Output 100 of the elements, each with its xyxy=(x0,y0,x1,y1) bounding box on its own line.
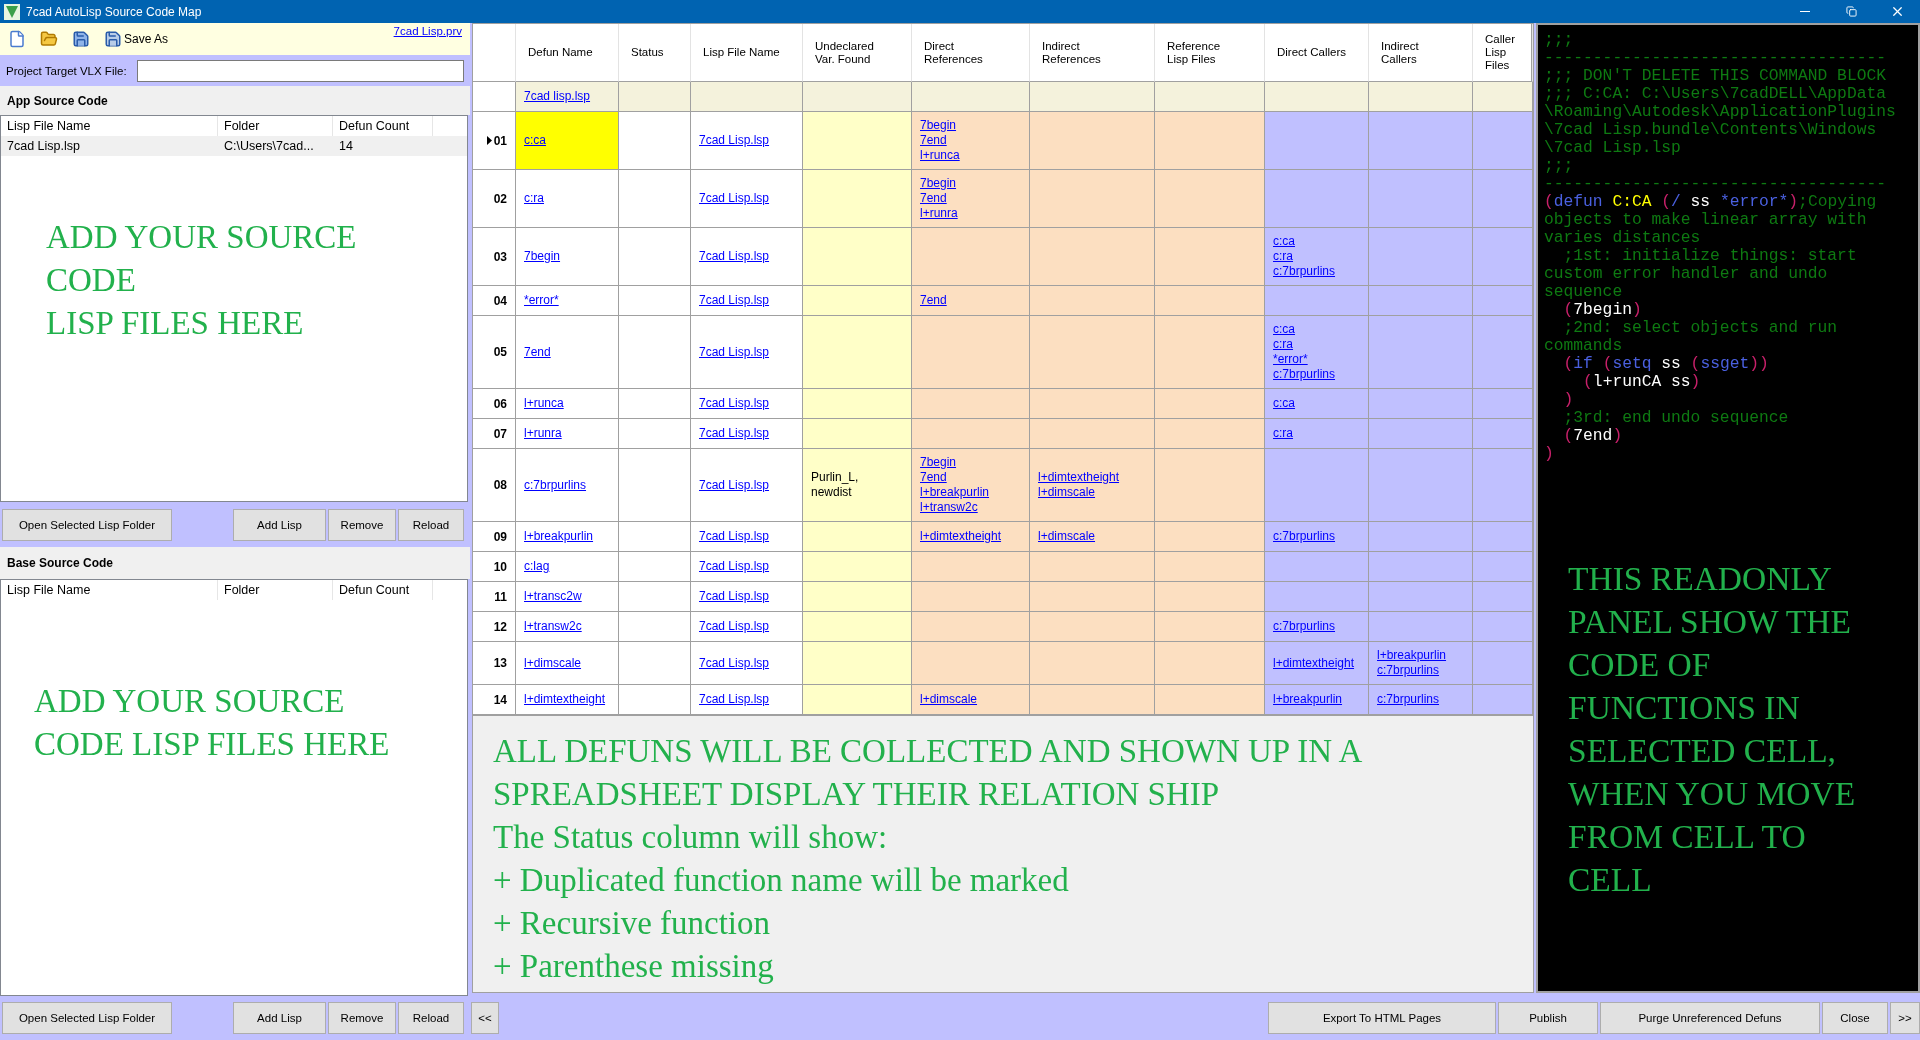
new-file-button[interactable] xyxy=(8,30,26,48)
function-link[interactable]: c:ra xyxy=(524,191,610,206)
function-link[interactable]: 7cad Lisp.lsp xyxy=(699,655,794,671)
row-number: 09 xyxy=(493,529,507,544)
action-button[interactable]: Purge Unreferenced Defuns xyxy=(1600,1002,1820,1034)
save-as-button[interactable]: Save As xyxy=(104,30,169,48)
function-link[interactable]: l+breakpurlin xyxy=(1377,648,1464,663)
action-button[interactable]: Export To HTML Pages xyxy=(1268,1002,1496,1034)
function-link[interactable]: 7end xyxy=(920,293,1021,308)
function-link[interactable]: l+dimtextheight xyxy=(524,692,610,707)
function-link[interactable]: 7cad Lisp.lsp xyxy=(699,133,794,148)
function-link[interactable]: l+breakpurlin xyxy=(920,485,1021,500)
open-folder-button[interactable] xyxy=(40,30,58,48)
function-link[interactable]: l+runca xyxy=(920,148,1021,163)
function-link[interactable]: c:7brpurlins xyxy=(1377,663,1464,678)
action-button[interactable]: Add Lisp xyxy=(233,508,326,541)
function-link[interactable]: 7cad Lisp.lsp xyxy=(699,619,794,634)
function-link[interactable]: 7cad Lisp.lsp xyxy=(699,477,794,493)
function-link[interactable]: 7cad Lisp.lsp xyxy=(699,426,794,441)
function-link[interactable]: c:ca xyxy=(1273,396,1360,411)
column-header: Lisp File Name xyxy=(1,580,218,600)
table-cell xyxy=(1473,612,1533,642)
function-link[interactable]: 7end xyxy=(920,470,1021,485)
action-button[interactable]: Open Selected Lisp Folder xyxy=(2,1002,172,1034)
function-link[interactable]: l+breakpurlin xyxy=(524,529,610,544)
function-link[interactable]: c:ra xyxy=(1273,337,1360,352)
function-link[interactable]: c:7brpurlins xyxy=(524,477,610,493)
function-link[interactable]: c:ca xyxy=(1273,234,1360,249)
function-link[interactable]: l+transw2c xyxy=(920,500,1021,515)
function-link[interactable]: *error* xyxy=(524,293,610,308)
function-link[interactable]: c:7brpurlins xyxy=(1273,367,1360,382)
save-button[interactable] xyxy=(72,30,90,48)
defun-grid[interactable] xyxy=(472,23,1534,716)
function-link[interactable]: *error* xyxy=(1273,352,1360,367)
function-link[interactable]: 7cad Lisp.lsp xyxy=(699,692,794,707)
code-line: ) xyxy=(1562,391,1575,409)
corner-cell[interactable] xyxy=(473,24,516,82)
function-link[interactable]: 7cad Lisp.lsp xyxy=(699,191,794,206)
table-cell xyxy=(619,642,691,685)
function-link[interactable]: c:ra xyxy=(1273,426,1360,441)
function-link[interactable]: c:7brpurlins xyxy=(1273,529,1360,544)
function-link[interactable]: 7cad Lisp.lsp xyxy=(699,589,794,604)
function-link[interactable]: l+transc2w xyxy=(524,589,610,604)
action-button[interactable]: Close xyxy=(1822,1002,1888,1034)
code-line: (defun C:CA (/ ss *error*);Copying xyxy=(1544,193,1878,211)
function-link[interactable]: 7begin xyxy=(920,118,1021,133)
row-number: 01 xyxy=(493,133,507,148)
function-link[interactable]: l+dimtextheight xyxy=(920,529,1021,544)
file-list[interactable]: Lisp File Name Folder Defun Count ADD YOUR SOURCE CODE LISP FILES HERE xyxy=(0,579,468,996)
function-link[interactable]: l+dimscale xyxy=(1038,485,1146,500)
function-link[interactable]: l+runra xyxy=(920,206,1021,221)
action-button[interactable]: Reload xyxy=(398,1002,464,1034)
function-link[interactable]: 7cad Lisp.lsp xyxy=(699,293,794,308)
project-file-link[interactable]: 7cad Lisp.prv xyxy=(393,25,462,37)
function-link[interactable]: 7end xyxy=(920,133,1021,148)
function-link[interactable]: l+dimscale xyxy=(524,655,610,671)
function-link[interactable]: l+breakpurlin xyxy=(1273,692,1360,707)
table-cell xyxy=(619,286,691,316)
function-link[interactable]: 7end xyxy=(920,191,1021,206)
function-link[interactable]: 7cad Lisp.lsp xyxy=(699,249,794,264)
action-button[interactable]: Remove xyxy=(328,1002,396,1034)
hint-text: ADD YOUR SOURCE CODE LISP FILES HERE xyxy=(46,218,357,343)
function-link[interactable]: 7cad lisp.lsp xyxy=(524,89,610,104)
function-link[interactable]: 7cad Lisp.lsp xyxy=(699,344,794,360)
function-link[interactable]: l+transw2c xyxy=(524,619,610,634)
function-link[interactable]: l+dimtextheight xyxy=(1273,655,1360,671)
function-link[interactable]: c:7brpurlins xyxy=(1377,692,1464,707)
action-button[interactable]: >> xyxy=(1890,1002,1920,1034)
function-link[interactable]: l+runra xyxy=(524,426,610,441)
action-button[interactable]: Publish xyxy=(1498,1002,1598,1034)
function-link[interactable]: c:ca xyxy=(1273,322,1360,337)
function-link[interactable]: 7begin xyxy=(920,176,1021,191)
input-field[interactable] xyxy=(136,59,464,82)
list-row[interactable]: 7cad Lisp.lsp C:\Users\7cad... 14 xyxy=(1,136,467,156)
function-link[interactable]: c:lag xyxy=(524,559,610,574)
code-line: custom error handler and undo xyxy=(1544,265,1829,283)
function-link[interactable]: c:7brpurlins xyxy=(1273,264,1360,279)
action-button[interactable]: Add Lisp xyxy=(233,1002,326,1034)
action-button[interactable]: Open Selected Lisp Folder xyxy=(2,508,172,541)
file-list[interactable]: Lisp File Name Folder Defun Count 7cad Lisp.lsp C:\Users\7cad... 14 ADD YOUR SOURCE CODE LISP FILES HERE xyxy=(0,115,468,502)
table-cell xyxy=(619,612,691,642)
function-link[interactable]: 7begin xyxy=(920,455,1021,470)
function-link[interactable]: c:ra xyxy=(1273,249,1360,264)
function-link[interactable]: 7cad Lisp.lsp xyxy=(699,559,794,574)
function-link[interactable]: 7cad Lisp.lsp xyxy=(699,396,794,411)
code-line: ;1st: initialize things: start xyxy=(1562,247,1858,265)
function-link[interactable]: 7end xyxy=(524,344,610,360)
row-number: 08 xyxy=(493,478,507,492)
function-link[interactable]: 7cad Lisp.lsp xyxy=(699,529,794,544)
function-link[interactable]: 7begin xyxy=(524,249,610,264)
function-link[interactable]: l+runca xyxy=(524,396,610,411)
nav-button[interactable]: << xyxy=(471,1002,499,1034)
function-link[interactable]: c:7brpurlins xyxy=(1273,619,1360,634)
function-link[interactable]: l+dimtextheight xyxy=(1038,470,1146,485)
function-link[interactable]: c:ca xyxy=(524,133,610,148)
action-button[interactable]: Remove xyxy=(328,508,396,541)
table-cell xyxy=(1473,642,1533,685)
action-button[interactable]: Reload xyxy=(398,508,464,541)
function-link[interactable]: l+dimscale xyxy=(920,692,1021,707)
function-link[interactable]: l+dimscale xyxy=(1038,529,1146,544)
